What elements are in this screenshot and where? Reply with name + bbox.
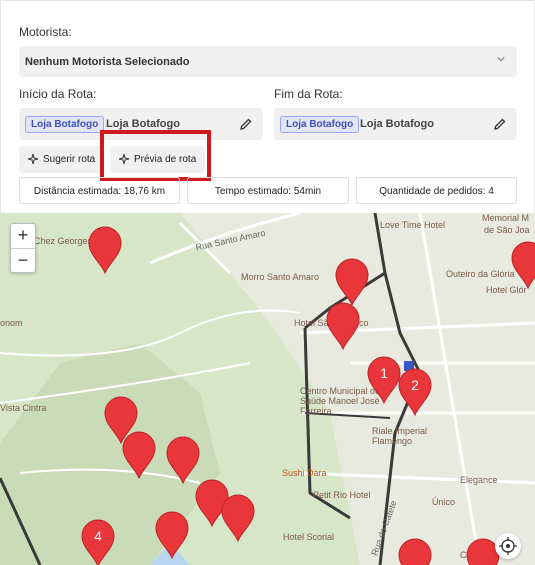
locate-button[interactable] <box>495 533 521 559</box>
zoom-in-button[interactable]: + <box>11 224 35 248</box>
edit-pencil-icon[interactable] <box>239 117 253 131</box>
end-route-chip[interactable]: Loja Botafogo <box>280 116 360 133</box>
delivery-pin[interactable] <box>122 431 156 480</box>
driver-select-value: Nenhum Motorista Selecionado <box>25 56 190 68</box>
sparkle-icon <box>27 153 39 165</box>
edit-pencil-icon[interactable] <box>493 117 507 131</box>
delivery-pin[interactable] <box>155 511 189 560</box>
orders-stat: Quantidade de pedidos: 4 <box>356 177 517 204</box>
suggest-route-label: Sugerir rota <box>43 154 96 165</box>
delivery-pin[interactable] <box>511 241 535 290</box>
delivery-pin[interactable] <box>335 258 369 307</box>
delivery-pin[interactable] <box>88 226 122 275</box>
delivery-pin[interactable]: 2 <box>398 368 432 417</box>
chevron-down-icon <box>497 57 505 62</box>
suggest-route-button[interactable]: Sugerir rota <box>19 146 103 173</box>
delivery-pin-number: 1 <box>380 365 388 381</box>
end-route-value: Loja Botafogo <box>360 118 434 130</box>
driver-select[interactable]: Nenhum Motorista Selecionado <box>19 46 517 77</box>
delivery-pin[interactable]: 1 <box>367 356 401 405</box>
end-route-field[interactable]: Loja Botafogo Loja Botafogo <box>274 108 517 140</box>
route-map[interactable]: Chez Georges Rua Santo Amaro Love Time H… <box>0 213 535 565</box>
start-route-value: Loja Botafogo <box>106 118 180 130</box>
delivery-pin-number: 2 <box>411 377 419 393</box>
zoom-out-button[interactable]: − <box>11 248 35 272</box>
delivery-pin[interactable] <box>398 538 432 565</box>
delivery-pin-number: 4 <box>94 528 102 544</box>
end-route-label: Fim da Rota: <box>274 87 343 101</box>
time-stat: Tempo estimado: 54min <box>187 177 349 204</box>
distance-stat: Distância estimada: 18,76 km <box>19 177 180 204</box>
highlight-box <box>100 130 211 181</box>
delivery-markers: 1 2 4 <box>81 226 535 565</box>
delivery-pin[interactable] <box>326 302 360 351</box>
zoom-control: + − <box>10 223 36 273</box>
start-route-label: Início da Rota: <box>19 87 97 101</box>
route-form-panel: Motorista: Nenhum Motorista Selecionado … <box>0 0 535 213</box>
delivery-pin[interactable] <box>195 479 229 528</box>
delivery-pin[interactable] <box>221 494 255 543</box>
driver-label: Motorista: <box>19 25 72 39</box>
delivery-pin[interactable]: 4 <box>81 519 115 565</box>
start-route-chip[interactable]: Loja Botafogo <box>25 116 105 133</box>
crosshair-icon <box>499 537 517 555</box>
delivery-pin[interactable] <box>166 436 200 485</box>
